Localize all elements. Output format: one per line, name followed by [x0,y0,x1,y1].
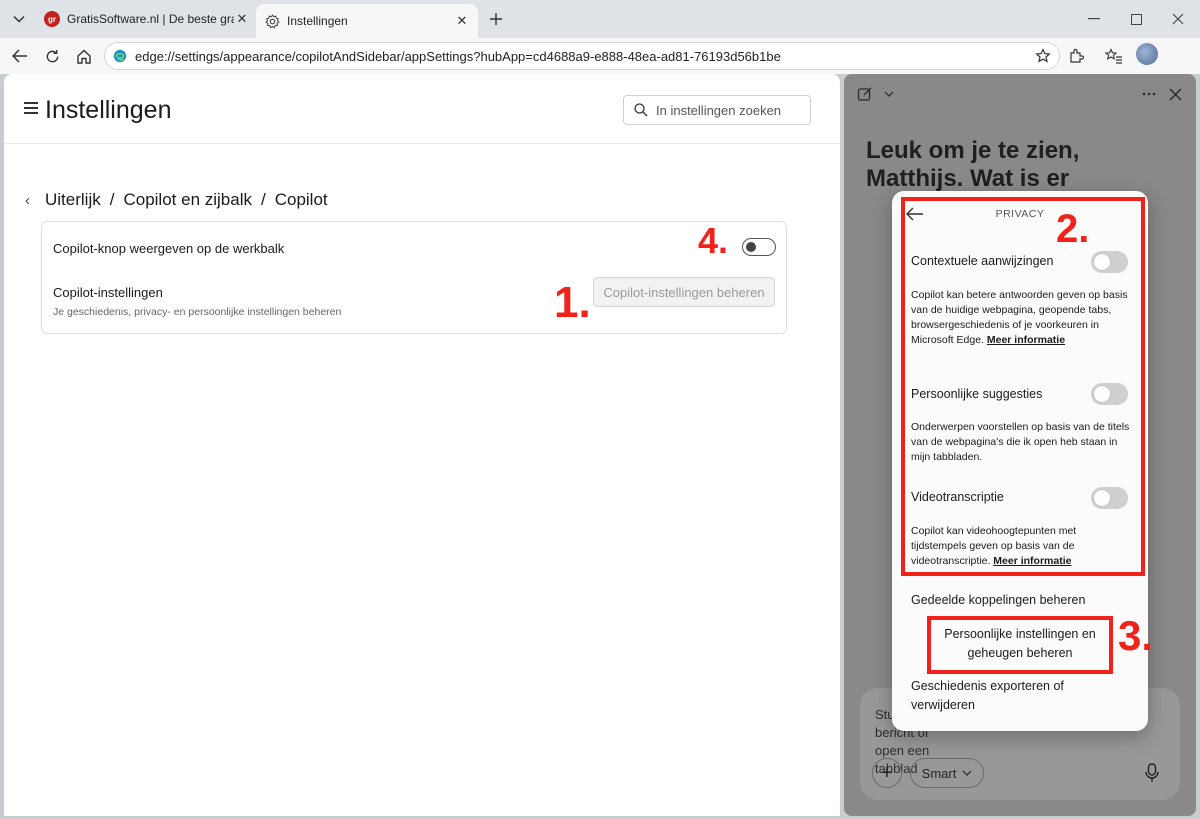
tab-actions-menu-icon[interactable] [6,7,32,31]
tab-gratissoftware[interactable]: gr GratisSoftware.nl | De beste gratis ✕ [36,4,258,34]
breadcrumb-uiterlijk[interactable]: Uiterlijk [45,190,101,210]
gratissoftware-favicon-icon: gr [44,11,60,27]
tab-title: GratisSoftware.nl | De beste gratis [67,12,234,26]
annotation-2: 2. [1056,207,1090,251]
maximize-icon[interactable] [1116,6,1156,32]
new-chat-icon[interactable] [854,84,876,104]
tab-instellingen[interactable]: Instellingen ✕ [256,4,478,38]
tab-strip: gr GratisSoftware.nl | De beste gratis ✕… [0,0,1200,38]
show-copilot-button-toggle[interactable] [742,238,776,256]
settings-search-input[interactable]: In instellingen zoeken [623,95,811,125]
menu-hamburger-icon[interactable] [24,102,38,114]
manage-copilot-settings-button[interactable]: Copilot-instellingen beheren [593,277,775,307]
chevron-down-icon [962,770,972,776]
close-tab-icon[interactable]: ✕ [234,11,250,27]
favorites-icon[interactable] [1100,42,1128,70]
smart-mode-label: Smart [921,765,957,781]
annotation-1: 1. [554,278,591,327]
close-window-icon[interactable] [1158,6,1198,32]
search-placeholder: In instellingen zoeken [656,102,782,118]
chevron-down-icon[interactable] [878,84,900,104]
close-tab-icon[interactable]: ✕ [454,13,470,29]
url-text: edge://settings/appearance/copilotAndSid… [135,48,781,64]
profile-avatar[interactable] [1136,43,1158,65]
breadcrumb: ‹ Uiterlijk / Copilot en zijbalk / Copil… [25,190,328,210]
edge-logo-icon [113,49,127,63]
back-icon[interactable] [6,42,34,70]
breadcrumb-separator: / [260,190,266,209]
new-tab-icon[interactable] [484,8,508,30]
address-bar[interactable]: edge://settings/appearance/copilotAndSid… [104,42,1060,70]
minimize-icon[interactable] [1074,6,1114,32]
manage-shared-links-link[interactable]: Gedeelde koppelingen beheren [911,591,1085,610]
copilot-greeting: Leuk om je te zien, Matthijs. Wat is er [866,137,1080,192]
home-icon[interactable] [70,42,98,70]
browser-toolbar: edge://settings/appearance/copilotAndSid… [0,38,1200,74]
settings-page: Instellingen In instellingen zoeken ‹ Ui… [4,74,840,816]
annotation-box-personal-settings [927,616,1113,674]
copilot-settings-label: Copilot-instellingen [53,285,163,300]
breadcrumb-back-icon[interactable]: ‹ [25,192,43,209]
breadcrumb-copilot: Copilot [274,190,328,209]
show-copilot-button-label: Copilot-knop weergeven op de werkbalk [53,241,285,256]
tab-title: Instellingen [287,14,348,28]
annotation-4: 4. [698,220,729,261]
close-sidebar-icon[interactable] [1164,84,1186,104]
more-options-icon[interactable] [1138,84,1160,104]
annotation-box-privacy-toggles [901,197,1145,576]
favorite-star-icon[interactable] [1035,48,1051,64]
breadcrumb-copilot-zijbalk[interactable]: Copilot en zijbalk [123,190,252,210]
refresh-icon[interactable] [38,42,66,70]
settings-gear-icon [264,13,280,29]
breadcrumb-separator: / [109,190,115,209]
extensions-icon[interactable] [1062,42,1090,70]
annotation-3: 3. [1118,612,1154,659]
microphone-icon[interactable] [1140,760,1164,786]
copilot-settings-card: Copilot-knop weergeven op de werkbalk Co… [41,221,787,334]
search-icon [634,103,648,117]
copilot-settings-description: Je geschiedenis, privacy- en persoonlijk… [53,306,342,318]
export-delete-history-link[interactable]: Geschiedenis exporteren of verwijderen [911,677,1101,715]
settings-header: Instellingen In instellingen zoeken [4,74,840,144]
add-attachment-button[interactable]: + [872,758,902,788]
page-title: Instellingen [45,96,172,124]
smart-mode-dropdown[interactable]: Smart [910,758,984,788]
